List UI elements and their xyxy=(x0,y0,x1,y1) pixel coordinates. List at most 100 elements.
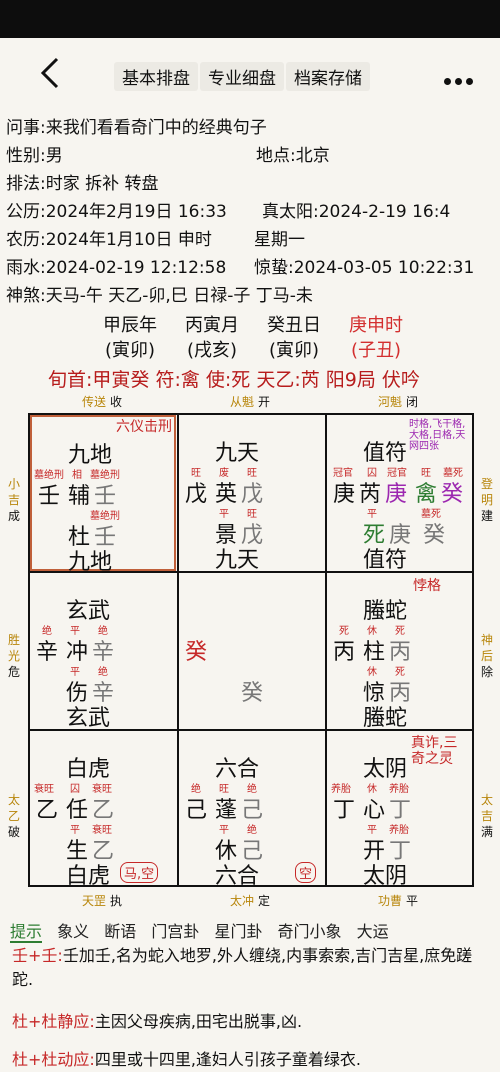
tip-tab-verdict[interactable]: 断语 xyxy=(104,922,136,941)
eight-god: 九地 xyxy=(68,550,113,575)
nine-star: 辅 xyxy=(68,484,91,509)
stem: 丁 xyxy=(389,798,412,823)
palace-pattern: 时格,飞干格,大格,日格,天网四张 xyxy=(409,419,466,452)
stem: 丙 xyxy=(389,640,412,665)
edge-bottom-2: 太冲 xyxy=(230,894,255,908)
eight-god: 值符 xyxy=(363,548,408,573)
edge-left-3: 太乙破 xyxy=(7,793,20,839)
eight-god: 六合 xyxy=(215,864,260,889)
term2-label: 惊蛰: xyxy=(254,258,294,278)
palace-top-right[interactable]: 时格,飞干格,大格,日格,天网四张 值符 冠官 囚 冠官 旺 墓死 庚 芮 庚 … xyxy=(327,415,473,573)
tip-tab-luck-cycle[interactable]: 大运 xyxy=(357,922,389,941)
tab-basic[interactable]: 基本排盘 xyxy=(114,62,198,91)
eight-god: 六合 xyxy=(215,757,260,782)
empty-badge: 空 xyxy=(295,862,317,883)
tip-tab-qimen-image[interactable]: 奇门小象 xyxy=(278,922,342,941)
shensha-label: 神煞: xyxy=(6,286,46,306)
palace-top-middle[interactable]: 九天 旺 废 旺 戊 英 戊 平 旺 景 戊 九天 xyxy=(179,415,325,573)
heaven-stem: 丁 xyxy=(333,798,356,823)
eight-god: 太阴 xyxy=(363,757,408,782)
edge-top-1: 传送 xyxy=(82,395,107,409)
chevron-left-icon xyxy=(40,57,59,89)
palace-middle-right[interactable]: 悖格 螣蛇 死 休 死 丙 柱 丙 休 死 惊 丙 螣蛇 xyxy=(327,573,473,731)
question-value: 来我们看看奇门中的经典句子 xyxy=(45,118,267,138)
tip-tab-meaning[interactable]: 象义 xyxy=(57,922,89,941)
method-label: 排法: xyxy=(6,174,46,194)
stem: 癸 xyxy=(441,482,464,507)
nav-bar: 基本排盘 专业细盘 档案存储 xyxy=(0,38,500,108)
tab-archive[interactable]: 档案存储 xyxy=(286,62,370,91)
heaven-stem: 壬 xyxy=(38,484,61,509)
edge-top-3b: 闭 xyxy=(406,395,419,409)
question-label: 问事: xyxy=(6,118,46,138)
tip-tab-star-door-gua[interactable]: 星门卦 xyxy=(214,922,262,941)
term1-label: 雨水: xyxy=(6,258,46,278)
eight-god: 白虎 xyxy=(66,757,111,782)
lunar-label: 农历: xyxy=(6,230,46,250)
interpretation-2: 杜+杜静应:主因父母疾病,田宅出脱事,凶. xyxy=(12,1012,303,1031)
pillar-day: 癸丑日 (寅卯) xyxy=(267,315,321,361)
palace-bottom-middle[interactable]: 六合 绝 旺 绝 己 蓬 己 平 绝 休 己 六合 空 xyxy=(179,731,325,889)
stem: 癸 xyxy=(241,681,264,706)
term1-value: 2024-02-19 12:12:58 xyxy=(45,258,227,278)
palace-middle-left[interactable]: 玄武 绝 平 绝 辛 冲 辛 平 绝 伤 辛 玄武 xyxy=(30,573,176,731)
edge-top-1b: 收 xyxy=(110,395,123,409)
solar-label: 公历: xyxy=(6,202,46,222)
true-sun-value: 2024-2-19 16:4 xyxy=(318,202,451,222)
palace-bottom-right[interactable]: 真诈,三奇之灵 太阴 养胎 休 养胎 丁 心 丁 平 养胎 开 丁 太阴 xyxy=(327,731,473,889)
eight-god: 九地 xyxy=(68,443,113,468)
weekday: 星期一 xyxy=(254,230,305,250)
palace-top-left[interactable]: 六仪击刑 九地 墓绝刑 相 墓绝刑 壬 辅 壬 墓绝刑 杜 壬 九地 xyxy=(30,415,176,575)
nine-star: 芮 xyxy=(359,482,382,507)
tab-professional[interactable]: 专业细盘 xyxy=(200,62,284,91)
edge-top-3: 河魁 xyxy=(378,395,403,409)
lunar-value: 2024年1月10日 申时 xyxy=(45,230,212,250)
pillar-month: 丙寅月 (戌亥) xyxy=(185,315,239,361)
edge-right-2: 神后除 xyxy=(480,633,493,679)
stem: 癸 xyxy=(423,523,446,548)
stem: 戊 xyxy=(241,482,264,507)
more-icon[interactable] xyxy=(444,70,477,89)
eight-god: 玄武 xyxy=(66,599,111,624)
palace-bottom-left[interactable]: 白虎 衰旺 囚 衰旺 乙 任 乙 平 衰旺 生 乙 白虎 马,空 xyxy=(30,731,176,889)
edge-left-1: 小吉成 xyxy=(7,477,20,523)
edge-left-2: 胜光危 xyxy=(7,633,20,679)
status-bar xyxy=(0,0,500,38)
tip-tab-hint[interactable]: 提示 xyxy=(10,922,43,943)
method-value: 时家 拆补 转盘 xyxy=(45,174,159,194)
edge-bottom-1: 天罡 xyxy=(82,894,107,908)
nine-star: 心 xyxy=(363,798,386,823)
stem: 庚 xyxy=(385,482,408,507)
tips-bar: 提示 象义 断语 门宫卦 星门卦 奇门小象 大运 xyxy=(10,918,399,943)
interpretation-1: 壬+壬:壬加壬,名为蛇入地罗,外人缠绕,内事索索,吉门吉星,庶免蹉跎. xyxy=(12,946,473,989)
place-value: 北京 xyxy=(295,146,330,166)
eight-god: 白虎 xyxy=(66,864,111,889)
edge-bottom-1b: 执 xyxy=(110,894,123,908)
nine-star: 蓬 xyxy=(215,798,238,823)
term2-value: 2024-03-05 10:22:31 xyxy=(293,258,475,278)
nine-star: 任 xyxy=(66,798,89,823)
heaven-stem: 戊 xyxy=(185,482,208,507)
nine-star: 禽 xyxy=(415,482,438,507)
tip-tab-door-palace-gua[interactable]: 门宫卦 xyxy=(151,922,199,941)
edge-bottom-3: 功曹 xyxy=(378,894,403,908)
interpretation-3: 杜+杜动应:四里或十四里,逢妇人引孩子童着绿衣. xyxy=(12,1050,361,1069)
pillar-year: 甲辰年 (寅卯) xyxy=(103,315,157,361)
stem: 乙 xyxy=(92,798,115,823)
eight-god: 螣蛇 xyxy=(363,706,408,731)
solar-value: 2024年2月19日 16:33 xyxy=(45,202,227,222)
nine-star: 柱 xyxy=(363,640,386,665)
heaven-stem: 乙 xyxy=(36,798,59,823)
nine-star: 冲 xyxy=(66,640,89,665)
edge-right-3: 太吉满 xyxy=(480,793,493,839)
back-button[interactable] xyxy=(38,56,62,90)
stem: 壬 xyxy=(94,484,117,509)
palace-center[interactable]: 癸 癸 xyxy=(179,573,325,729)
eight-god: 值符 xyxy=(363,441,408,466)
horse-empty-badge: 马,空 xyxy=(120,862,159,883)
heaven-stem: 己 xyxy=(185,798,208,823)
eight-god: 九天 xyxy=(215,548,260,573)
palace-pattern: 悖格 xyxy=(413,578,441,594)
heaven-stem: 辛 xyxy=(36,640,59,665)
place-label: 地点: xyxy=(256,146,296,166)
